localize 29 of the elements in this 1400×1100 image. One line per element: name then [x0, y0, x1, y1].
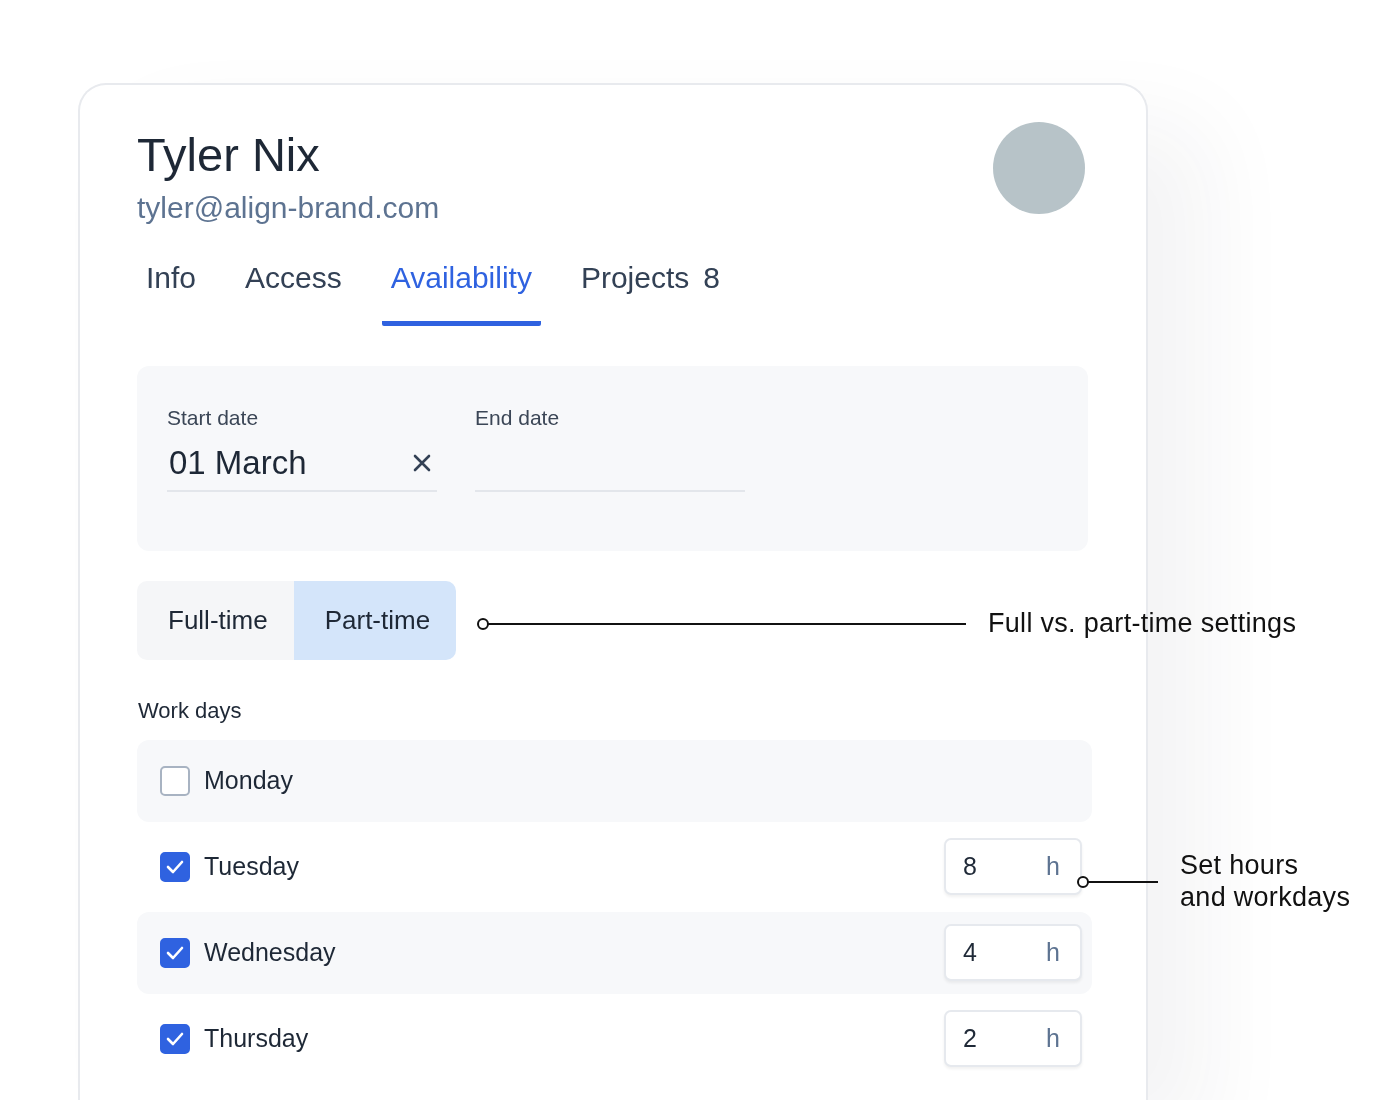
clear-icon[interactable]: [413, 453, 431, 472]
field-label: End date: [475, 405, 561, 430]
annotation-label: Set hours and workdays: [1180, 850, 1351, 914]
day-label: Tuesday: [204, 852, 299, 882]
tab[interactable]: Access: [236, 252, 351, 326]
checkbox[interactable]: [160, 1023, 190, 1054]
field-label: Start date: [167, 405, 260, 430]
segment-option[interactable]: Full-time: [137, 580, 294, 660]
user-name: Tyler Nix: [137, 129, 321, 181]
tab[interactable]: Projects 8: [571, 252, 729, 326]
tab[interactable]: Info: [137, 252, 206, 326]
day-label: Wednesday: [204, 938, 336, 968]
hours-field[interactable]: 2 h: [944, 1010, 1082, 1068]
hours-field[interactable]: 4 h: [944, 924, 1082, 982]
tab[interactable]: Availability: [381, 252, 541, 326]
checkbox[interactable]: [160, 851, 190, 882]
annotation-label: Full vs. part-time settings: [988, 608, 1297, 640]
check-icon: [166, 945, 184, 960]
check-icon: [166, 859, 184, 874]
user-email: tyler@align-brand.com: [137, 190, 440, 225]
checkbox[interactable]: [160, 937, 190, 968]
checkbox[interactable]: [160, 765, 190, 796]
check-icon: [166, 1031, 184, 1046]
day-label: Thursday: [204, 1024, 309, 1054]
hours-field[interactable]: 8 h: [944, 838, 1082, 896]
day-label: Monday: [204, 766, 293, 796]
date-field[interactable]: 01 March: [167, 435, 437, 492]
section-label: Work days: [138, 697, 242, 724]
segment-option[interactable]: Part-time: [293, 580, 457, 660]
